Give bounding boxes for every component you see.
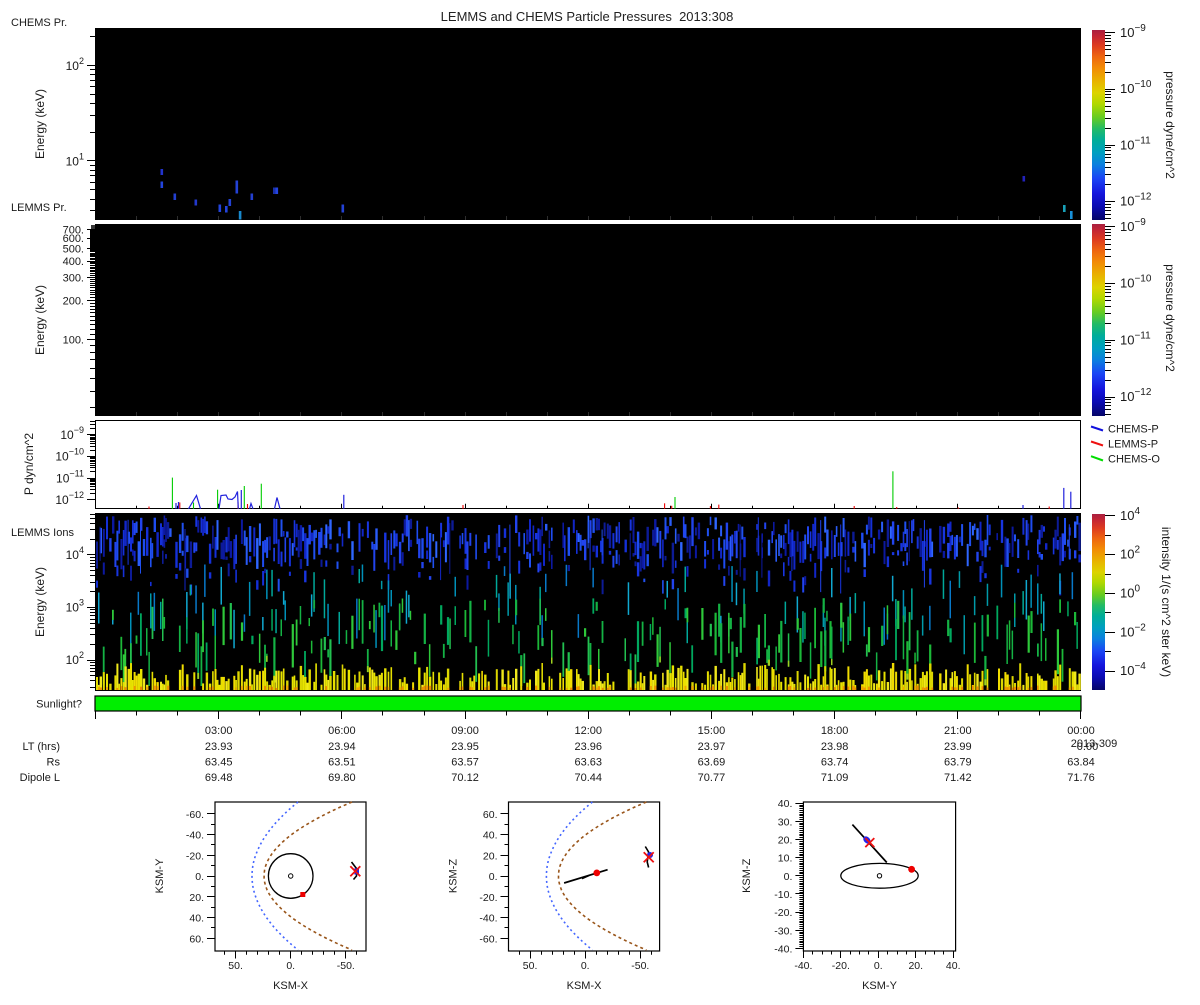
svg-text:pressure dyne/cm^2: pressure dyne/cm^2 [1163, 71, 1177, 179]
svg-text:63.74: 63.74 [821, 757, 849, 769]
svg-text:30.: 30. [778, 816, 793, 828]
svg-text:pressure dyne/cm^2: pressure dyne/cm^2 [1163, 264, 1177, 372]
svg-text:-40.: -40. [794, 960, 812, 972]
svg-text:-60.: -60. [186, 809, 204, 821]
svg-text:0.: 0. [195, 871, 204, 883]
svg-text:LEMMS and CHEMS Particle Press: LEMMS and CHEMS Particle Pressures 2013:… [441, 9, 734, 24]
svg-text:70.12: 70.12 [451, 772, 479, 784]
svg-text:-50.: -50. [337, 960, 355, 972]
svg-text:10.: 10. [778, 853, 793, 865]
svg-text:12:00: 12:00 [574, 725, 602, 737]
svg-text:60.: 60. [189, 933, 204, 945]
svg-text:20.: 20. [189, 892, 204, 904]
svg-text:-10.: -10. [774, 889, 792, 901]
svg-text:KSM-X: KSM-X [567, 980, 603, 992]
svg-text:LEMMS Pr.: LEMMS Pr. [11, 202, 67, 214]
svg-text:40.: 40. [778, 798, 793, 810]
svg-text:69.80: 69.80 [328, 772, 356, 784]
svg-text:-40.: -40. [479, 913, 497, 925]
svg-text:-20.: -20. [774, 907, 792, 919]
svg-text:0.00: 0.00 [1077, 741, 1098, 753]
svg-text:40.: 40. [483, 830, 498, 842]
svg-text:63.57: 63.57 [451, 757, 479, 769]
svg-text:KSM-Z: KSM-Z [741, 858, 753, 893]
svg-text:LEMMS-P: LEMMS-P [1108, 439, 1158, 451]
svg-text:23.96: 23.96 [574, 741, 602, 753]
svg-text:60.: 60. [483, 809, 498, 821]
svg-text:Sunlight?: Sunlight? [36, 699, 82, 711]
svg-text:20.: 20. [778, 835, 793, 847]
svg-text:0.: 0. [784, 871, 793, 883]
svg-text:KSM-Z: KSM-Z [448, 859, 460, 894]
svg-text:0.: 0. [489, 871, 498, 883]
svg-text:63.79: 63.79 [944, 757, 972, 769]
svg-text:20.: 20. [483, 850, 498, 862]
svg-text:200.: 200. [63, 295, 84, 307]
svg-text:500.: 500. [63, 243, 84, 255]
svg-text:700.: 700. [63, 224, 84, 236]
svg-text:23.99: 23.99 [944, 741, 972, 753]
svg-text:400.: 400. [63, 256, 84, 268]
svg-text:63.84: 63.84 [1067, 757, 1095, 769]
svg-text:-40.: -40. [774, 943, 792, 955]
svg-text:0.: 0. [581, 960, 590, 972]
svg-text:18:00: 18:00 [821, 725, 849, 737]
svg-text:-20.: -20. [186, 850, 204, 862]
svg-text:Energy (keV): Energy (keV) [33, 285, 47, 355]
svg-text:50.: 50. [523, 960, 538, 972]
svg-text:CHEMS Pr.: CHEMS Pr. [11, 17, 67, 29]
svg-text:40.: 40. [189, 913, 204, 925]
svg-text:KSM-Y: KSM-Y [154, 858, 166, 894]
svg-text:63.69: 63.69 [698, 757, 726, 769]
svg-text:70.44: 70.44 [574, 772, 602, 784]
svg-text:20.: 20. [908, 960, 923, 972]
svg-text:KSM-X: KSM-X [273, 980, 309, 992]
svg-text:15:00: 15:00 [698, 725, 726, 737]
svg-text:Energy (keV): Energy (keV) [33, 567, 47, 637]
svg-text:0.: 0. [874, 960, 883, 972]
svg-text:-60.: -60. [479, 933, 497, 945]
svg-text:-20.: -20. [832, 960, 850, 972]
svg-text:CHEMS-P: CHEMS-P [1108, 424, 1159, 436]
svg-text:63.51: 63.51 [328, 757, 356, 769]
svg-text:21:00: 21:00 [944, 725, 972, 737]
svg-text:KSM-Y: KSM-Y [862, 980, 898, 992]
svg-text:50.: 50. [228, 960, 243, 972]
svg-text:63.63: 63.63 [574, 757, 602, 769]
svg-text:LT (hrs): LT (hrs) [23, 741, 61, 753]
svg-text:LEMMS Ions: LEMMS Ions [11, 527, 74, 539]
svg-text:23.98: 23.98 [821, 741, 849, 753]
svg-text:63.45: 63.45 [205, 757, 233, 769]
svg-text:300.: 300. [63, 272, 84, 284]
svg-text:P dyn/cm^2: P dyn/cm^2 [22, 433, 36, 495]
svg-text:Energy (keV): Energy (keV) [33, 89, 47, 159]
svg-text:71.42: 71.42 [944, 772, 972, 784]
svg-text:-40.: -40. [186, 830, 204, 842]
svg-text:09:00: 09:00 [451, 725, 479, 737]
svg-text:CHEMS-O: CHEMS-O [1108, 454, 1160, 466]
svg-text:71.76: 71.76 [1067, 772, 1095, 784]
svg-text:40.: 40. [946, 960, 961, 972]
svg-text:-30.: -30. [774, 925, 792, 937]
svg-text:0.: 0. [286, 960, 295, 972]
svg-text:100.: 100. [63, 335, 84, 347]
svg-text:70.77: 70.77 [698, 772, 726, 784]
svg-text:23.95: 23.95 [451, 741, 479, 753]
svg-text:-50.: -50. [631, 960, 649, 972]
svg-text:69.48: 69.48 [205, 772, 233, 784]
svg-text:23.93: 23.93 [205, 741, 233, 753]
svg-text:Rs: Rs [47, 757, 61, 769]
svg-text:-20.: -20. [479, 892, 497, 904]
svg-text:Dipole L: Dipole L [20, 772, 60, 784]
svg-text:23.97: 23.97 [698, 741, 726, 753]
svg-text:03:00: 03:00 [205, 725, 233, 737]
svg-text:intensity 1/(s cm^2 ster keV): intensity 1/(s cm^2 ster keV) [1159, 527, 1173, 677]
svg-text:06:00: 06:00 [328, 725, 356, 737]
svg-text:71.09: 71.09 [821, 772, 849, 784]
svg-text:23.94: 23.94 [328, 741, 356, 753]
svg-text:00:00: 00:00 [1067, 725, 1095, 737]
